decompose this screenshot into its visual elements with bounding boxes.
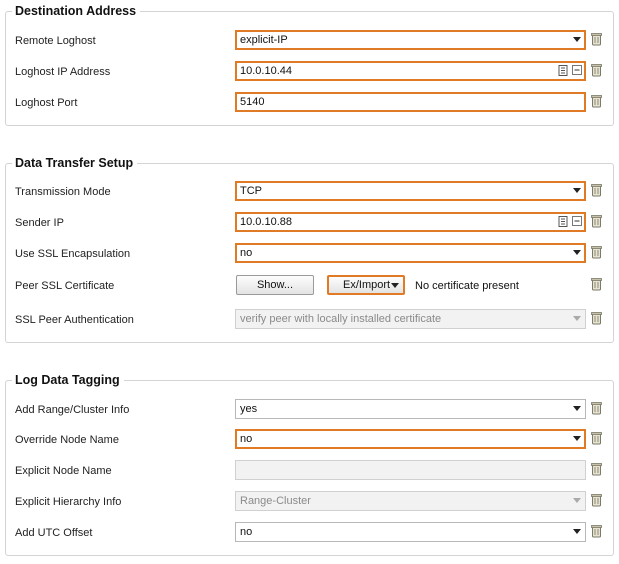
override-node-row: Override Node Name no (6, 429, 613, 453)
ex-import-label: Ex/Import (343, 279, 391, 291)
trash-icon[interactable] (591, 524, 602, 538)
utc-offset-select[interactable]: no (235, 522, 586, 542)
transmission-mode-label: Transmission Mode (15, 186, 111, 198)
chevron-down-icon[interactable] (571, 525, 583, 537)
trash-icon[interactable] (591, 431, 602, 445)
override-node-label: Override Node Name (15, 434, 119, 446)
trash-icon[interactable] (591, 462, 602, 476)
explicit-hierarchy-select[interactable]: Range-Cluster (235, 491, 586, 511)
remote-loghost-value: explicit-IP (240, 34, 288, 46)
certificate-status: No certificate present (415, 280, 519, 292)
chevron-down-icon[interactable] (571, 246, 583, 258)
loghost-ip-row: Loghost IP Address 10.0.10.44 (6, 61, 613, 85)
utc-offset-label: Add UTC Offset (15, 527, 93, 539)
use-ssl-select[interactable]: no (235, 243, 586, 263)
use-ssl-row: Use SSL Encapsulation no (6, 243, 613, 267)
ssl-peer-authentication-label: SSL Peer Authentication (15, 314, 134, 326)
show-certificate-button[interactable]: Show... (236, 275, 314, 295)
explicit-hierarchy-row: Explicit Hierarchy Info Range-Cluster (6, 491, 613, 515)
remote-loghost-label: Remote Loghost (15, 35, 96, 47)
ssl-peer-authentication-value: verify peer with locally installed certi… (240, 313, 442, 325)
chevron-down-icon (571, 312, 583, 324)
explicit-hierarchy-value: Range-Cluster (240, 495, 311, 507)
remote-loghost-row: Remote Loghost explicit-IP (6, 30, 613, 54)
range-cluster-label: Add Range/Cluster Info (15, 404, 130, 416)
trash-icon[interactable] (591, 245, 602, 259)
ssl-peer-authentication-row: SSL Peer Authentication verify peer with… (6, 309, 613, 333)
sender-ip-label: Sender IP (15, 217, 64, 229)
utc-offset-row: Add UTC Offset no (6, 522, 613, 546)
loghost-port-input[interactable]: 5140 (235, 92, 586, 112)
trash-icon[interactable] (591, 493, 602, 507)
explicit-hierarchy-label: Explicit Hierarchy Info (15, 496, 122, 508)
data-transfer-setup-group: Data Transfer Setup Transmission Mode TC… (5, 155, 614, 343)
destination-address-group: Destination Address Remote Loghost expli… (5, 3, 614, 126)
explicit-node-input[interactable] (235, 460, 586, 480)
chevron-down-icon[interactable] (571, 184, 583, 196)
sender-ip-row: Sender IP 10.0.10.88 (6, 212, 613, 236)
chevron-down-icon[interactable] (571, 402, 583, 414)
address-book-icon[interactable] (558, 65, 568, 76)
trash-icon[interactable] (591, 94, 602, 108)
transmission-mode-row: Transmission Mode TCP (6, 181, 613, 205)
trash-icon[interactable] (591, 401, 602, 415)
trash-icon[interactable] (591, 311, 602, 325)
override-node-value: no (240, 433, 253, 445)
loghost-ip-label: Loghost IP Address (15, 66, 111, 78)
minus-icon[interactable] (572, 65, 582, 75)
transmission-mode-value: TCP (240, 185, 262, 197)
loghost-ip-input[interactable]: 10.0.10.44 (235, 61, 586, 81)
range-cluster-select[interactable]: yes (235, 399, 586, 419)
trash-icon[interactable] (591, 183, 602, 197)
group-title: Log Data Tagging (12, 372, 124, 388)
sender-ip-input[interactable]: 10.0.10.88 (235, 212, 586, 232)
use-ssl-label: Use SSL Encapsulation (15, 248, 131, 260)
chevron-down-icon (391, 283, 399, 288)
utc-offset-value: no (240, 526, 253, 538)
loghost-port-row: Loghost Port 5140 (6, 92, 613, 116)
chevron-down-icon (571, 494, 583, 506)
loghost-ip-value: 10.0.10.44 (240, 65, 292, 77)
loghost-port-value: 5140 (240, 96, 265, 108)
address-book-icon[interactable] (558, 216, 568, 227)
chevron-down-icon[interactable] (571, 432, 583, 444)
override-node-select[interactable]: no (235, 429, 586, 449)
trash-icon[interactable] (591, 32, 602, 46)
range-cluster-value: yes (240, 403, 258, 415)
loghost-port-label: Loghost Port (15, 97, 78, 109)
trash-icon[interactable] (591, 214, 602, 228)
group-title: Destination Address (12, 3, 141, 19)
chevron-down-icon[interactable] (571, 33, 583, 45)
remote-loghost-select[interactable]: explicit-IP (235, 30, 586, 50)
log-data-tagging-group: Log Data Tagging Add Range/Cluster Info … (5, 372, 614, 556)
transmission-mode-select[interactable]: TCP (235, 181, 586, 201)
ex-import-button[interactable]: Ex/Import (327, 275, 405, 295)
trash-icon[interactable] (591, 63, 602, 77)
trash-icon[interactable] (591, 277, 602, 291)
minus-icon[interactable] (572, 216, 582, 226)
ssl-peer-authentication-select[interactable]: verify peer with locally installed certi… (235, 309, 586, 329)
use-ssl-value: no (240, 247, 253, 259)
explicit-node-row: Explicit Node Name (6, 460, 613, 484)
peer-ssl-certificate-row: Peer SSL Certificate Show... Ex/Import N… (6, 275, 613, 299)
explicit-node-label: Explicit Node Name (15, 465, 112, 477)
peer-ssl-certificate-label: Peer SSL Certificate (15, 280, 115, 292)
sender-ip-value: 10.0.10.88 (240, 216, 292, 228)
group-title: Data Transfer Setup (12, 155, 138, 171)
range-cluster-row: Add Range/Cluster Info yes (6, 399, 613, 423)
